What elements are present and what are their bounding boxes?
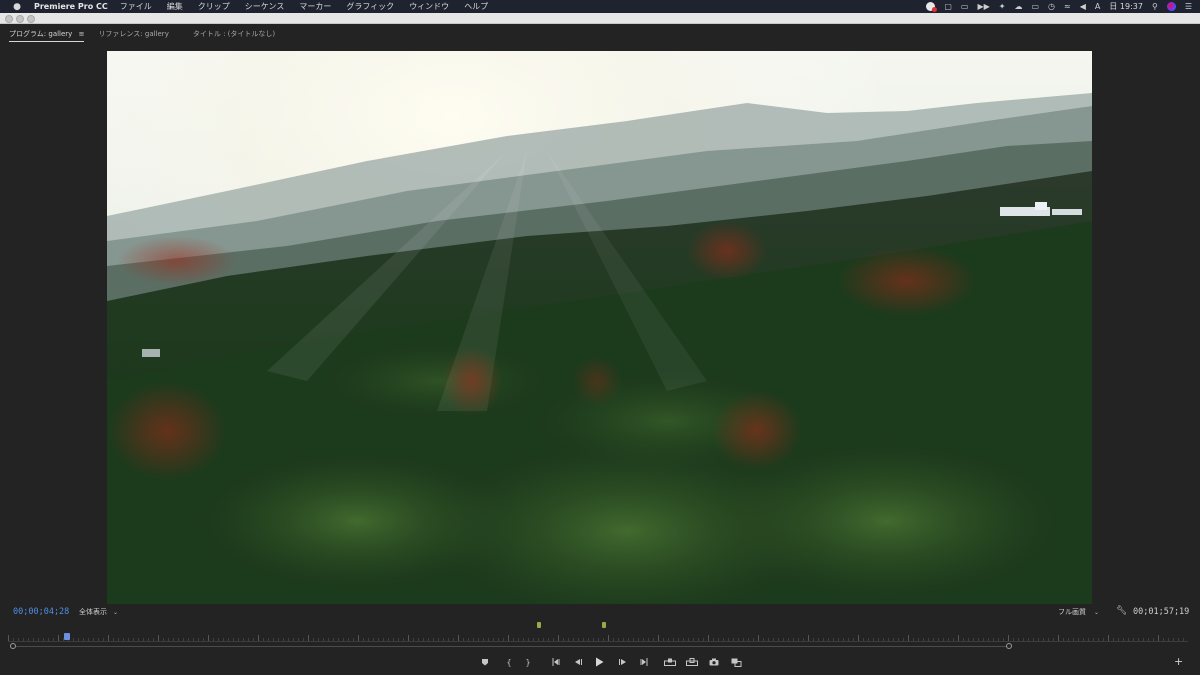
extract-icon — [686, 658, 698, 666]
program-monitor-video[interactable] — [107, 51, 1092, 604]
zoom-level-value: 全体表示 — [79, 608, 107, 616]
step-forward-button[interactable] — [615, 655, 629, 669]
mark-in-button[interactable]: { — [502, 655, 516, 669]
tab-title[interactable]: タイトル : (タイトルなし) — [193, 26, 275, 42]
playhead[interactable] — [64, 633, 70, 640]
cloud-icon[interactable]: ☁ — [1014, 2, 1022, 11]
add-marker-button[interactable] — [478, 655, 492, 669]
comparison-view-button[interactable] — [729, 655, 743, 669]
go-to-in-button[interactable] — [550, 655, 564, 669]
playback-resolution-value: フル画質 — [1058, 608, 1086, 616]
zoom-level-dropdown[interactable]: 全体表示 ⌄ — [79, 607, 118, 617]
app-name-menu[interactable]: Premiere Pro CC — [34, 2, 108, 11]
panel-tabs: プログラム: gallery ≡ リファレンス: gallery タイトル : … — [0, 24, 1200, 44]
wrench-settings-icon[interactable]: 🔧︎ — [1116, 606, 1127, 616]
input-source-icon[interactable]: A — [1095, 2, 1100, 11]
video-frame-image — [107, 51, 1092, 604]
window-titlebar — [0, 13, 1200, 24]
out-point-marker[interactable] — [601, 622, 606, 628]
pin-icon[interactable]: ✦ — [999, 2, 1006, 11]
lift-icon — [664, 658, 676, 666]
menu-window[interactable]: ウィンドウ — [409, 1, 449, 12]
playback-resolution-dropdown[interactable]: フル画質 ⌄ — [1058, 607, 1099, 617]
tab-program[interactable]: プログラム: gallery ≡ — [9, 26, 85, 42]
wifi-icon[interactable]: ≈ — [1064, 2, 1071, 11]
mark-out-icon: } — [525, 657, 531, 667]
menu-marker[interactable]: マーカー — [299, 1, 331, 12]
mark-in-icon: { — [506, 657, 512, 667]
notification-center-icon[interactable]: ☰ — [1185, 2, 1192, 11]
status-area: ▢ ▭ ▶▶ ✦ ☁ ▭ ◷ ≈ ◀ A 日 19:37 ⚲ ☰ — [926, 0, 1192, 13]
go-to-out-icon — [640, 658, 648, 666]
play-button[interactable] — [592, 655, 606, 669]
volume-icon[interactable]: ◀ — [1080, 2, 1086, 11]
display-icon[interactable]: ▢ — [944, 2, 952, 11]
apple-menu-icon[interactable]: ● — [12, 2, 22, 12]
time-machine-icon[interactable]: ◷ — [1048, 2, 1055, 11]
app-menus: ファイル 編集 クリップ シーケンス マーカー グラフィック ウィンドウ ヘルプ — [120, 1, 503, 12]
window-close-button[interactable] — [5, 15, 13, 23]
time-ruler[interactable] — [8, 634, 1188, 642]
zoom-scrollbar[interactable] — [10, 646, 1012, 647]
chevron-down-icon: ⌄ — [113, 608, 119, 616]
camera-icon — [709, 658, 719, 666]
zoom-scroll-handle-right[interactable] — [1006, 643, 1012, 649]
screen-record-icon[interactable] — [926, 2, 938, 12]
siri-icon[interactable] — [1166, 2, 1176, 11]
tab-reference[interactable]: リファレンス: gallery — [98, 26, 168, 42]
marker-icon — [482, 659, 488, 666]
window-minimize-button[interactable] — [16, 15, 24, 23]
extract-button[interactable] — [685, 655, 699, 669]
menu-help[interactable]: ヘルプ — [464, 1, 488, 12]
tab-label: リファレンス: gallery — [98, 30, 169, 38]
panel-menu-icon[interactable]: ≡ — [79, 30, 85, 38]
lift-button[interactable] — [663, 655, 677, 669]
menu-file[interactable]: ファイル — [120, 1, 152, 12]
window-zoom-button[interactable] — [27, 15, 35, 23]
macos-menubar: ● Premiere Pro CC ファイル 編集 クリップ シーケンス マーカ… — [0, 0, 1200, 13]
airplay-icon[interactable]: ▭ — [961, 2, 969, 11]
menu-edit[interactable]: 編集 — [167, 1, 183, 12]
time-ruler-ticks — [8, 635, 1188, 642]
step-forward-icon — [618, 659, 626, 665]
button-editor-add-button[interactable]: + — [1174, 655, 1183, 668]
export-frame-button[interactable] — [707, 655, 721, 669]
menubar-clock[interactable]: 日 19:37 — [1109, 1, 1143, 12]
go-to-out-button[interactable] — [636, 655, 650, 669]
media-forward-icon[interactable]: ▶▶ — [977, 2, 989, 11]
menu-sequence[interactable]: シーケンス — [245, 1, 285, 12]
zoom-scroll-handle-left[interactable] — [10, 643, 16, 649]
transport-controls: { } — [0, 655, 1200, 669]
play-icon — [595, 657, 603, 667]
tab-label: プログラム: gallery — [9, 30, 73, 38]
spotlight-icon[interactable]: ⚲ — [1152, 2, 1158, 11]
tab-label: タイトル : (タイトルなし) — [192, 30, 276, 38]
chevron-down-icon: ⌄ — [1094, 608, 1100, 616]
menu-graphics[interactable]: グラフィック — [346, 1, 394, 12]
battery-icon[interactable]: ▭ — [1031, 2, 1039, 11]
comparison-view-icon — [731, 658, 741, 667]
go-to-in-icon — [552, 658, 560, 666]
mark-out-button[interactable]: } — [521, 655, 535, 669]
in-point-marker[interactable] — [537, 622, 541, 628]
menu-clip[interactable]: クリップ — [198, 1, 230, 12]
current-timecode[interactable]: 00;00;04;28 — [13, 607, 69, 617]
duration-timecode: 00;01;57;19 — [1133, 607, 1190, 617]
step-back-button[interactable] — [571, 655, 585, 669]
step-back-icon — [574, 659, 582, 665]
